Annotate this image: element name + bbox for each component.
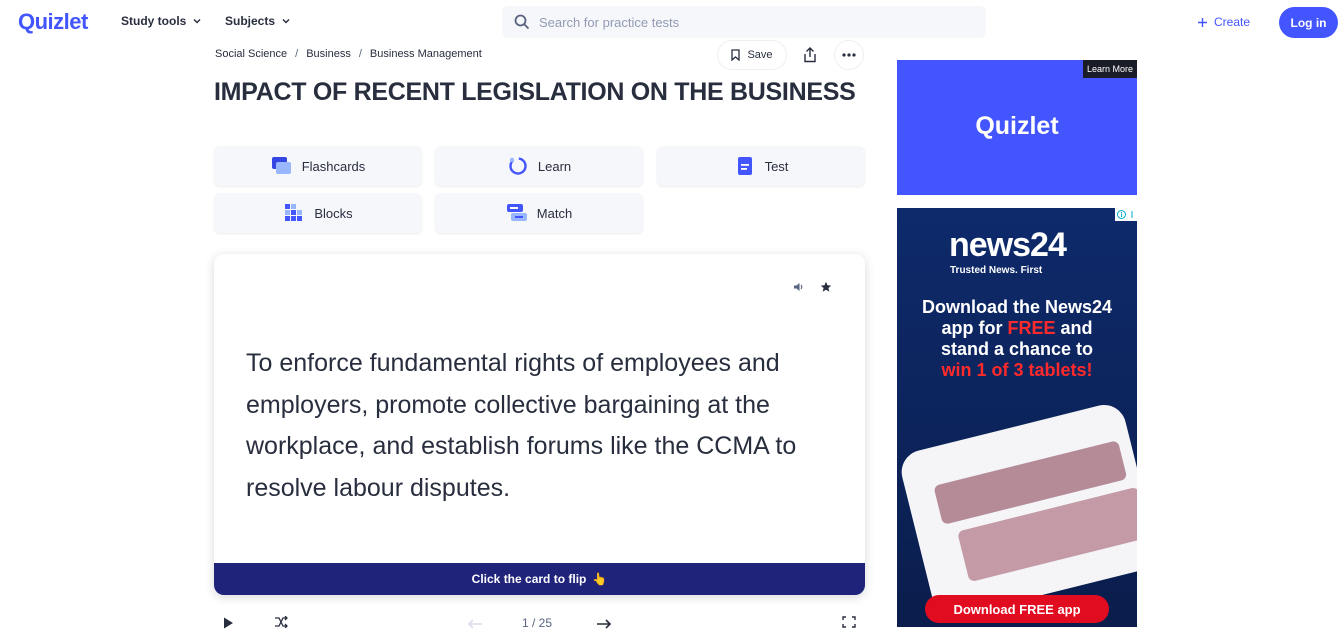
pointing-hand-icon: 👆 bbox=[592, 572, 608, 586]
nav-subjects[interactable]: Subjects bbox=[225, 14, 291, 28]
fullscreen-button[interactable] bbox=[842, 615, 856, 633]
ad-brand: Quizlet bbox=[975, 112, 1059, 140]
star-icon bbox=[820, 281, 832, 292]
more-dots-icon bbox=[842, 53, 856, 57]
nav-study-tools[interactable]: Study tools bbox=[121, 14, 202, 28]
headline-part: and bbox=[1055, 318, 1093, 338]
news24-ad[interactable]: news24 Trusted News. First Download the … bbox=[897, 208, 1137, 627]
mode-flashcards[interactable]: Flashcards bbox=[214, 146, 422, 186]
learn-more-link[interactable]: Learn More bbox=[1082, 60, 1137, 78]
nav-subjects-label: Subjects bbox=[225, 14, 276, 28]
download-app-button[interactable]: Download FREE app bbox=[925, 595, 1109, 623]
login-button[interactable]: Log in bbox=[1279, 7, 1338, 38]
breadcrumb-separator: / bbox=[358, 48, 362, 60]
mode-test[interactable]: Test bbox=[657, 146, 865, 186]
flip-hint-text: Click the card to flip bbox=[471, 572, 587, 586]
blocks-icon bbox=[285, 204, 303, 221]
top-bar: Quizlet Study tools Subjects Create Log … bbox=[0, 0, 1341, 44]
star-button[interactable] bbox=[819, 280, 833, 294]
flip-hint-bar[interactable]: Click the card to flip 👆 bbox=[214, 563, 865, 595]
shuffle-icon bbox=[275, 615, 288, 629]
mode-label: Learn bbox=[537, 158, 572, 174]
card-controls: 1 / 25 bbox=[214, 612, 865, 632]
more-options-button[interactable] bbox=[834, 40, 864, 70]
create-label: Create bbox=[1214, 15, 1251, 29]
share-button[interactable] bbox=[795, 40, 825, 70]
mode-label: Match bbox=[536, 205, 573, 221]
headline-part: app for bbox=[941, 318, 1008, 338]
mode-match[interactable]: Match bbox=[435, 193, 643, 233]
flashcard-text: To enforce fundamental rights of employe… bbox=[246, 349, 797, 502]
save-button[interactable]: Save bbox=[717, 40, 787, 70]
breadcrumb-item[interactable]: Business Management bbox=[370, 48, 482, 60]
play-button[interactable] bbox=[223, 616, 234, 634]
learn-icon bbox=[509, 157, 527, 175]
info-icon bbox=[1116, 210, 1126, 219]
adchoices-icon[interactable] bbox=[1115, 208, 1137, 221]
headline-line: Download the News24 bbox=[921, 297, 1113, 317]
bookmark-icon bbox=[731, 49, 741, 61]
headline-line: app for FREE and bbox=[897, 318, 1137, 339]
chevron-down-icon bbox=[282, 18, 290, 24]
flashcards-icon bbox=[271, 157, 291, 174]
arrow-left-icon bbox=[467, 619, 482, 629]
audio-button[interactable] bbox=[792, 280, 806, 294]
headline-line: win 1 of 3 tablets! bbox=[941, 360, 1093, 380]
search-input[interactable] bbox=[539, 14, 959, 30]
share-icon bbox=[804, 47, 816, 63]
quizlet-ad[interactable]: Learn More Quizlet bbox=[897, 60, 1137, 195]
news24-logo: news24 bbox=[949, 226, 1067, 264]
chevron-down-icon bbox=[193, 18, 201, 24]
page-title: IMPACT OF RECENT LEGISLATION ON THE BUSI… bbox=[214, 78, 856, 106]
previous-button[interactable] bbox=[467, 616, 483, 634]
headline-free: FREE bbox=[1007, 318, 1056, 338]
close-icon bbox=[1131, 211, 1132, 218]
mode-label: Blocks bbox=[314, 205, 353, 221]
shuffle-button[interactable] bbox=[274, 615, 288, 633]
breadcrumb: Social Science / Business / Business Man… bbox=[215, 48, 482, 60]
search-icon bbox=[514, 14, 530, 30]
search-bar[interactable] bbox=[502, 6, 986, 38]
ad-headline: Download the News24 app for FREE and sta… bbox=[897, 297, 1137, 381]
breadcrumb-item[interactable]: Business bbox=[306, 48, 351, 60]
headline-line: stand a chance to bbox=[940, 339, 1094, 359]
mode-label: Flashcards bbox=[301, 158, 366, 174]
nav-study-tools-label: Study tools bbox=[121, 14, 187, 28]
card-counter: 1 / 25 bbox=[522, 616, 553, 630]
flashcard[interactable]: To enforce fundamental rights of employe… bbox=[214, 254, 865, 595]
news24-tagline: Trusted News. First bbox=[950, 265, 1043, 276]
mode-learn[interactable]: Learn bbox=[435, 146, 643, 186]
mode-label: Test bbox=[764, 158, 789, 174]
breadcrumb-separator: / bbox=[295, 48, 299, 60]
breadcrumb-item[interactable]: Social Science bbox=[215, 48, 287, 60]
quizlet-logo[interactable]: Quizlet bbox=[18, 9, 88, 35]
play-icon bbox=[224, 617, 233, 629]
speaker-icon bbox=[794, 283, 803, 291]
next-button[interactable] bbox=[596, 616, 612, 634]
save-label: Save bbox=[747, 49, 773, 61]
plus-icon bbox=[1198, 17, 1207, 27]
arrow-right-icon bbox=[597, 619, 612, 629]
test-icon bbox=[737, 157, 752, 175]
match-icon bbox=[506, 204, 527, 221]
mode-blocks[interactable]: Blocks bbox=[214, 193, 422, 233]
fullscreen-icon bbox=[842, 616, 856, 628]
phone-mockup bbox=[897, 400, 1137, 621]
create-button[interactable]: Create bbox=[1197, 15, 1250, 29]
